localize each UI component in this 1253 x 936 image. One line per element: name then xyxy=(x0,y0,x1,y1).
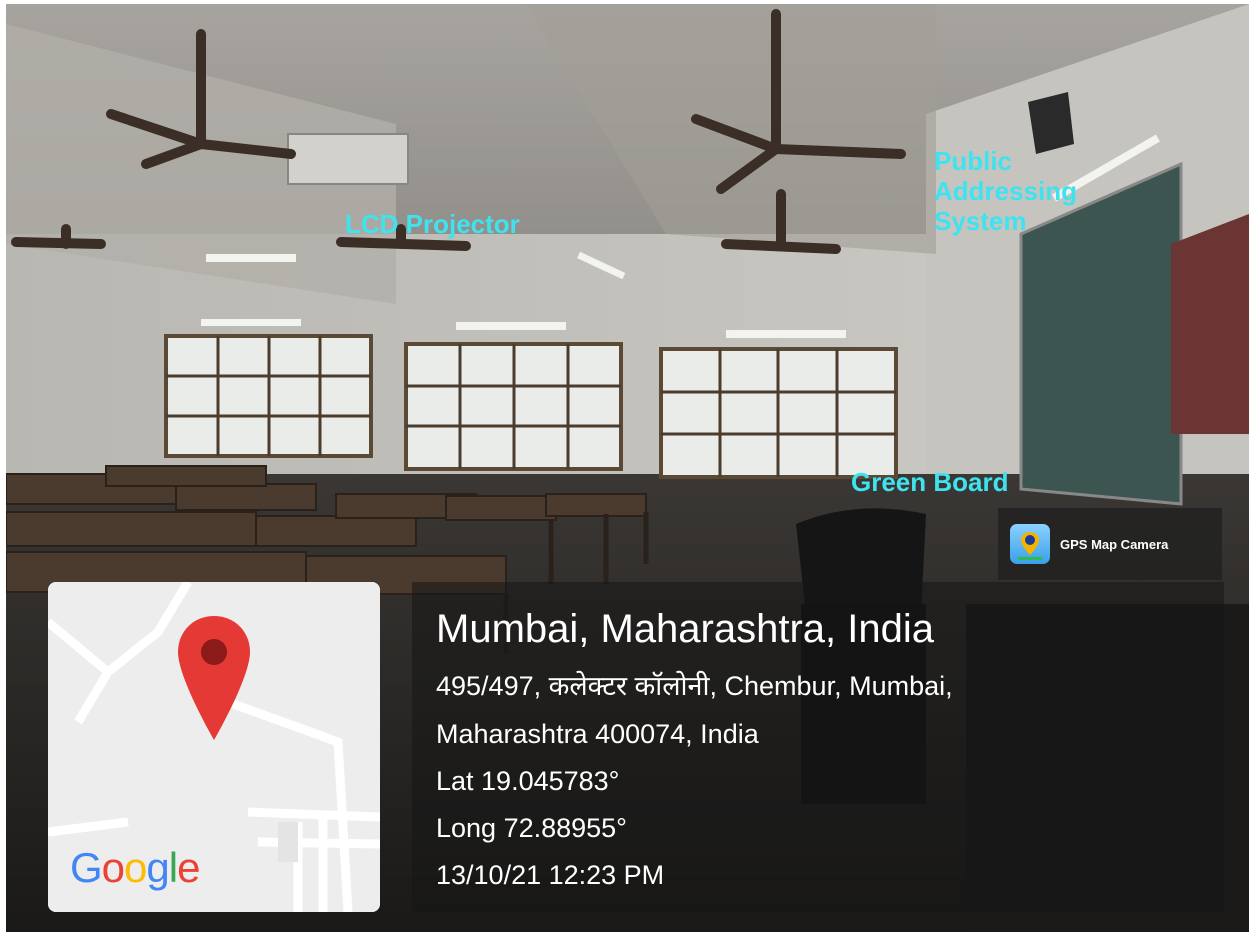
gps-map-camera-app-icon xyxy=(1010,524,1050,564)
address-line-1: 495/497, कलेक्टर कॉलोनी, Chembur, Mumbai… xyxy=(436,671,953,701)
photo-frame: LCD Projector Public Addressing System G… xyxy=(0,0,1253,936)
latitude: Lat 19.045783° xyxy=(436,766,620,796)
camera-pin-glyph xyxy=(1018,532,1042,560)
timestamp: 13/10/21 12:23 PM xyxy=(436,860,665,890)
map-pin-icon xyxy=(178,616,250,740)
location-info-panel: Mumbai, Maharashtra, India 495/497, कलेक… xyxy=(412,582,1224,912)
google-logo: Google xyxy=(70,844,200,891)
longitude: Long 72.88955° xyxy=(436,813,627,843)
public-addressing-system-annotation: Public Addressing System xyxy=(934,146,1078,236)
gps-map-camera-label: GPS Map Camera xyxy=(1060,536,1169,552)
green-board-annotation: Green Board xyxy=(851,467,1009,497)
location-title: Mumbai, Maharashtra, India xyxy=(436,607,935,651)
classroom-photo: LCD Projector Public Addressing System G… xyxy=(6,4,1249,932)
lcd-projector-annotation: LCD Projector xyxy=(345,209,520,239)
gps-map-camera-badge: GPS Map Camera xyxy=(998,508,1222,580)
address-line-2: Maharashtra 400074, India xyxy=(436,719,759,749)
map-thumbnail: Google xyxy=(48,582,380,912)
